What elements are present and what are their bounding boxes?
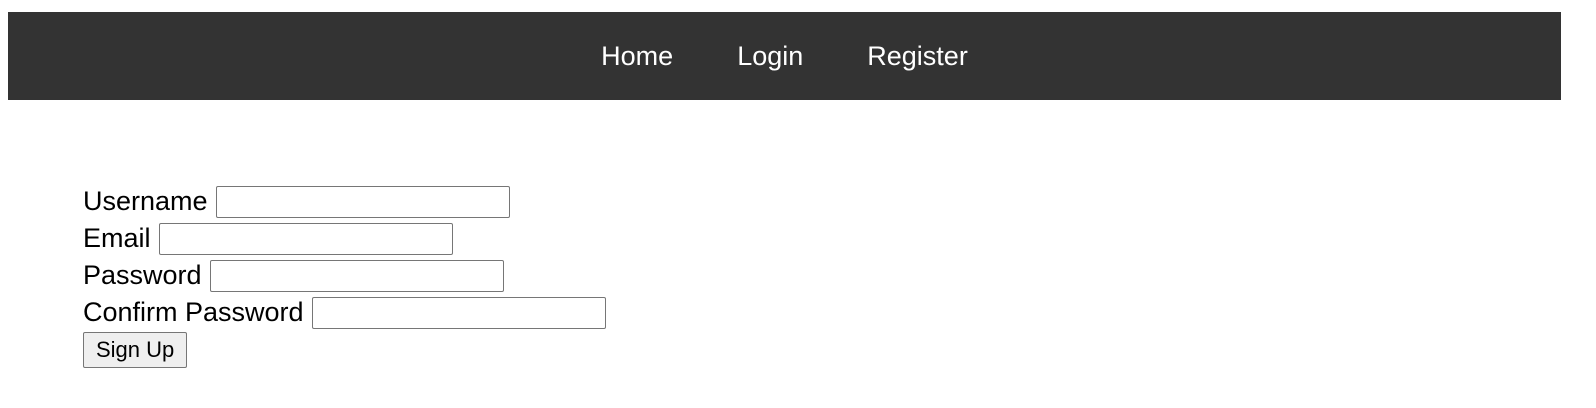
nav-link-register[interactable]: Register — [867, 41, 968, 72]
navbar: Home Login Register — [8, 12, 1561, 100]
email-label: Email — [83, 223, 151, 253]
username-input[interactable] — [215, 185, 510, 218]
password-label: Password — [83, 260, 202, 290]
email-input[interactable] — [158, 222, 453, 255]
confirm-password-label: Confirm Password — [83, 297, 304, 327]
password-row: Password — [83, 257, 606, 294]
username-row: Username — [83, 183, 606, 220]
nav-link-home[interactable]: Home — [601, 41, 673, 72]
sign-up-button[interactable]: Sign Up — [83, 332, 188, 368]
nav-link-login[interactable]: Login — [737, 41, 803, 72]
signup-form: Username Email Password Confirm Password… — [83, 183, 606, 368]
confirm-password-row: Confirm Password — [83, 294, 606, 331]
confirm-password-input[interactable] — [311, 296, 606, 329]
username-label: Username — [83, 186, 208, 216]
email-row: Email — [83, 220, 606, 257]
password-input[interactable] — [209, 259, 504, 292]
